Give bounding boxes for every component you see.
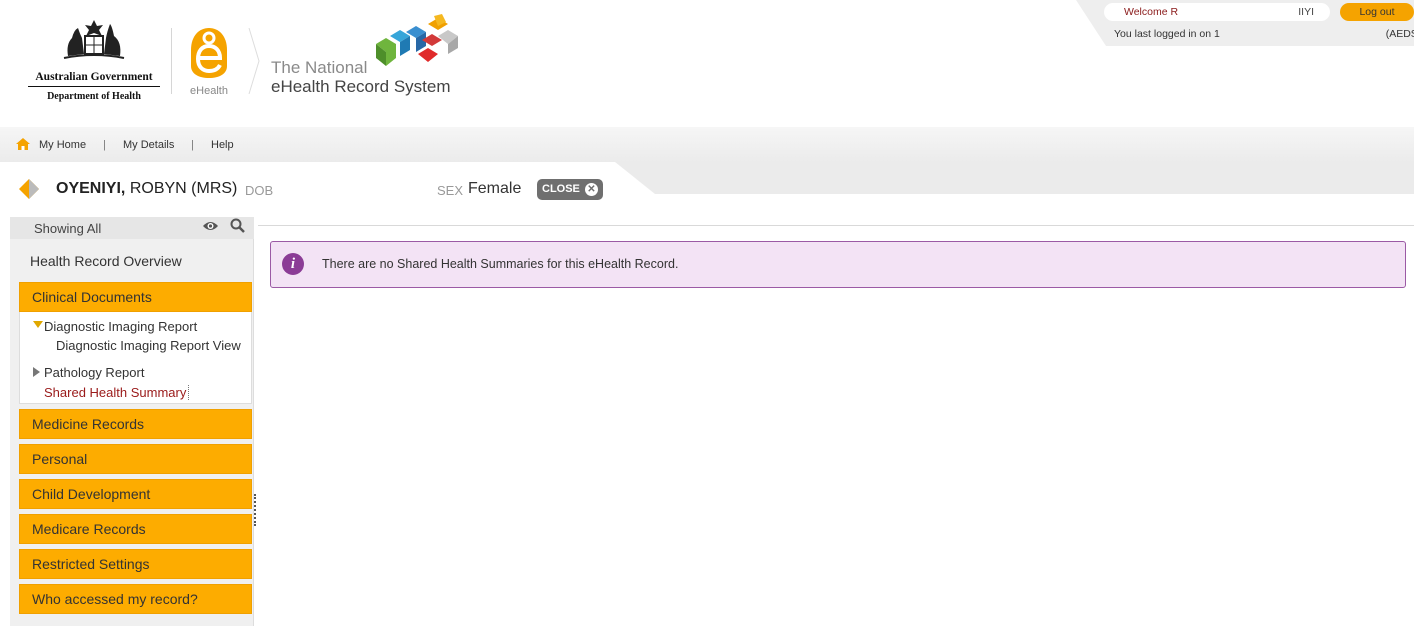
sex-label: SEX (437, 183, 464, 198)
expanded-triangle-icon[interactable] (33, 321, 43, 328)
nav-separator: | (191, 139, 194, 151)
sidebar-item-child-development[interactable]: Child Development (19, 479, 252, 509)
nav-help[interactable]: Help (211, 139, 234, 151)
header-chevron-divider (248, 28, 260, 94)
ehealth-logo: eHealth (186, 26, 232, 97)
sidebar-item-restricted-settings[interactable]: Restricted Settings (19, 549, 252, 579)
nav-separator: | (103, 139, 106, 151)
title-line-1: The National (271, 58, 368, 77)
close-record-button[interactable]: CLOSE ✕ (537, 179, 603, 200)
sidebar-resize-handle[interactable] (254, 494, 256, 526)
welcome-prefix: Welcome R (1124, 6, 1179, 18)
gov-line-1: Australian Government (28, 71, 160, 87)
patient-name: OYENIYI, ROBYN (MRS) (56, 180, 237, 198)
dob-label: DOB (245, 183, 274, 198)
sidebar-item-who-accessed[interactable]: Who accessed my record? (19, 584, 252, 614)
sex-value: Female (468, 180, 522, 197)
header-divider (171, 28, 172, 94)
sidebar-item-medicare-records[interactable]: Medicare Records (19, 514, 252, 544)
sidebar-item-medicine-records[interactable]: Medicine Records (19, 409, 252, 439)
content-top-rule (258, 225, 1414, 226)
last-login-suffix: (AEDST) (1385, 28, 1414, 40)
sidebar-item-health-record-overview[interactable]: Health Record Overview (30, 253, 182, 269)
close-label: CLOSE (542, 183, 580, 195)
patient-surname: OYENIYI, (56, 180, 126, 197)
home-icon[interactable] (15, 137, 31, 151)
showing-filter-label: Showing All (34, 221, 102, 236)
ehealth-label: eHealth (190, 85, 228, 97)
welcome-message: Welcome R IIYI (1104, 3, 1330, 21)
search-icon[interactable] (230, 218, 245, 233)
eye-icon[interactable] (202, 220, 219, 232)
patient-diamond-icon (19, 179, 39, 199)
last-login-text: You last logged in on 1 (AEDST) (1114, 28, 1414, 40)
patient-given-name: ROBYN (MRS) (129, 180, 238, 197)
title-line-2: eHealth Record System (271, 77, 451, 96)
sidebar-item-diagnostic-imaging-report[interactable]: Diagnostic Imaging Report (44, 319, 197, 334)
gov-line-2: Department of Health (47, 91, 141, 102)
ehealth-cubes-logo-icon (376, 14, 458, 66)
collapsed-triangle-icon[interactable] (33, 367, 40, 377)
sidebar-item-personal[interactable]: Personal (19, 444, 252, 474)
close-icon: ✕ (585, 183, 598, 196)
coat-of-arms-icon (63, 20, 125, 59)
info-icon: i (282, 253, 304, 275)
sidebar-item-pathology-report[interactable]: Pathology Report (44, 365, 144, 380)
ehealth-e-icon (191, 28, 227, 78)
last-login-prefix: You last logged in on 1 (1114, 28, 1220, 40)
sidebar-item-clinical-documents[interactable]: Clinical Documents (19, 282, 252, 312)
sidebar-item-diagnostic-imaging-report-view[interactable]: Diagnostic Imaging Report View (56, 338, 241, 353)
sidebar-item-shared-health-summary[interactable]: Shared Health Summary (44, 385, 190, 400)
welcome-suffix: IIYI (1298, 6, 1314, 18)
nav-my-details[interactable]: My Details (123, 139, 174, 151)
australian-government-logo: Australian Government Department of Heal… (28, 16, 160, 102)
logout-button[interactable]: Log out (1340, 3, 1414, 21)
info-message-text: There are no Shared Health Summaries for… (322, 257, 679, 271)
nav-my-home[interactable]: My Home (39, 139, 86, 151)
